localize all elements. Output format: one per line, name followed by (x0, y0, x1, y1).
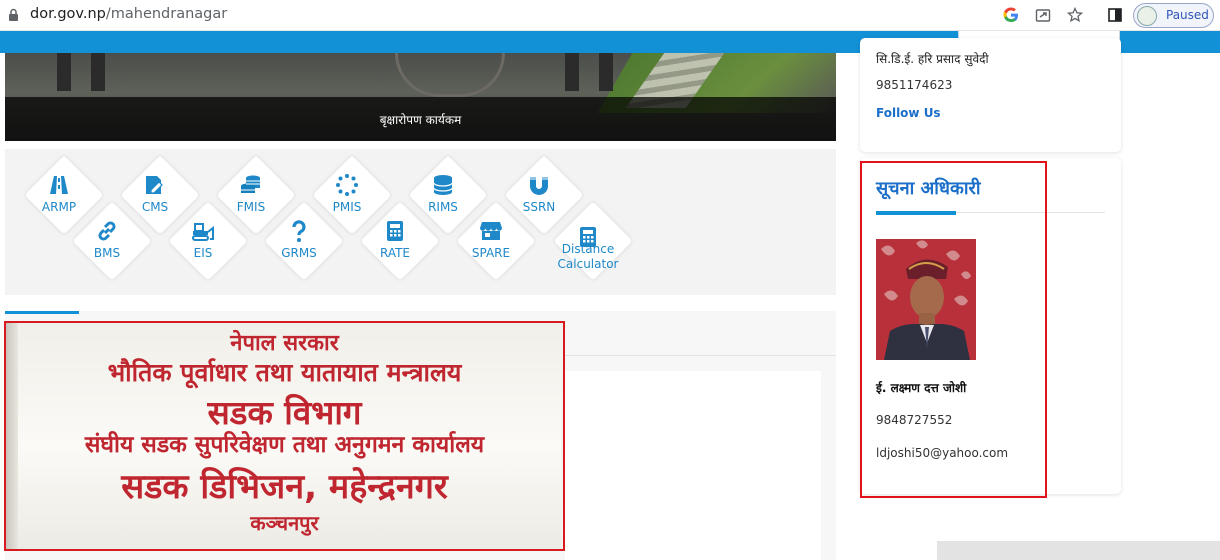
url-host: dor.gov.np (30, 6, 106, 22)
link-label: Distance Calculator (557, 242, 619, 271)
link-label: EIS (193, 246, 213, 260)
store-icon (480, 222, 502, 240)
star-icon[interactable] (1065, 5, 1085, 25)
tab-active-indicator[interactable] (5, 311, 79, 314)
highlight-box (860, 161, 1047, 498)
road-icon (50, 176, 68, 194)
banner-photo-detail (91, 53, 105, 91)
url-path: /mahendranagar (105, 6, 228, 22)
sidebar-icon[interactable] (1105, 5, 1125, 25)
contact-name: सि.डि.ई. हरि प्रसाद सुवेदी (876, 52, 989, 66)
link-eis[interactable]: EIS (161, 201, 248, 281)
sign-line-5: सडक डिभिजन, महेन्द्रनगर (121, 467, 448, 507)
sign-line-2: भौतिक पूर्वाधार तथा यातायात मन्त्रालय (107, 358, 462, 387)
banner-photo-detail (395, 53, 505, 97)
link-spare[interactable]: SPARE (449, 201, 536, 281)
magnet-icon (530, 177, 548, 195)
lock-icon[interactable] (8, 8, 19, 22)
link-label: SPARE (471, 246, 511, 260)
banner-photo-detail (599, 53, 613, 91)
banner-caption-text: बृक्षारोपण कार्यकम (379, 113, 462, 127)
banner-slider[interactable]: बृक्षारोपण कार्यकम (5, 53, 836, 141)
spinner-icon (336, 174, 358, 196)
link-label: BMS (93, 246, 121, 260)
google-icon[interactable] (1001, 5, 1021, 25)
link-grms[interactable]: GRMS (257, 201, 344, 281)
profile-button[interactable]: Paused (1133, 3, 1214, 28)
bulldozer-icon (192, 223, 214, 241)
coins-icon (241, 175, 260, 193)
link-icon (98, 221, 116, 241)
link-rate[interactable]: RATE (353, 201, 440, 281)
browser-toolbar: dor.gov.np/mahendranagar Paused (0, 0, 1220, 31)
quick-links-panel: ARMP CMS FMIS PMIS RIMS SSRN BMS EIS GRM… (5, 149, 836, 295)
contact-card: सि.डि.ई. हरि प्रसाद सुवेदी 9851174623 Fo… (860, 38, 1121, 152)
banner-photo-detail (565, 53, 579, 91)
sign-line-6: कञ्चनपुर (250, 511, 319, 535)
content-inner (565, 371, 821, 560)
sign-line-4: संघीय सडक सुपरिवेक्षण तथा अनुगमन कार्याल… (84, 432, 485, 458)
database-icon (433, 175, 453, 195)
link-label: GRMS (281, 246, 317, 260)
banner-caption: बृक्षारोपण कार्यकम (5, 97, 836, 141)
contact-phone: 9851174623 (876, 78, 953, 92)
floating-widget[interactable] (937, 541, 1220, 560)
link-label: RATE (379, 246, 411, 260)
sign-line-1: नेपाल सरकार (230, 331, 339, 356)
question-icon (292, 220, 306, 242)
link-bms[interactable]: BMS (65, 201, 152, 281)
follow-us-link[interactable]: Follow Us (876, 106, 941, 120)
edit-document-icon (146, 176, 163, 194)
profile-status: Paused (1166, 8, 1209, 22)
profile-avatar (1137, 6, 1157, 26)
office-signboard-image: नेपाल सरकार भौतिक पूर्वाधार तथा यातायात … (4, 321, 565, 551)
share-icon[interactable] (1033, 5, 1053, 25)
calculator-icon (387, 221, 403, 241)
banner-photo-detail (57, 53, 71, 91)
link-distance-calculator[interactable]: Distance Calculator (546, 201, 633, 281)
address-bar[interactable]: dor.gov.np/mahendranagar (30, 6, 227, 22)
